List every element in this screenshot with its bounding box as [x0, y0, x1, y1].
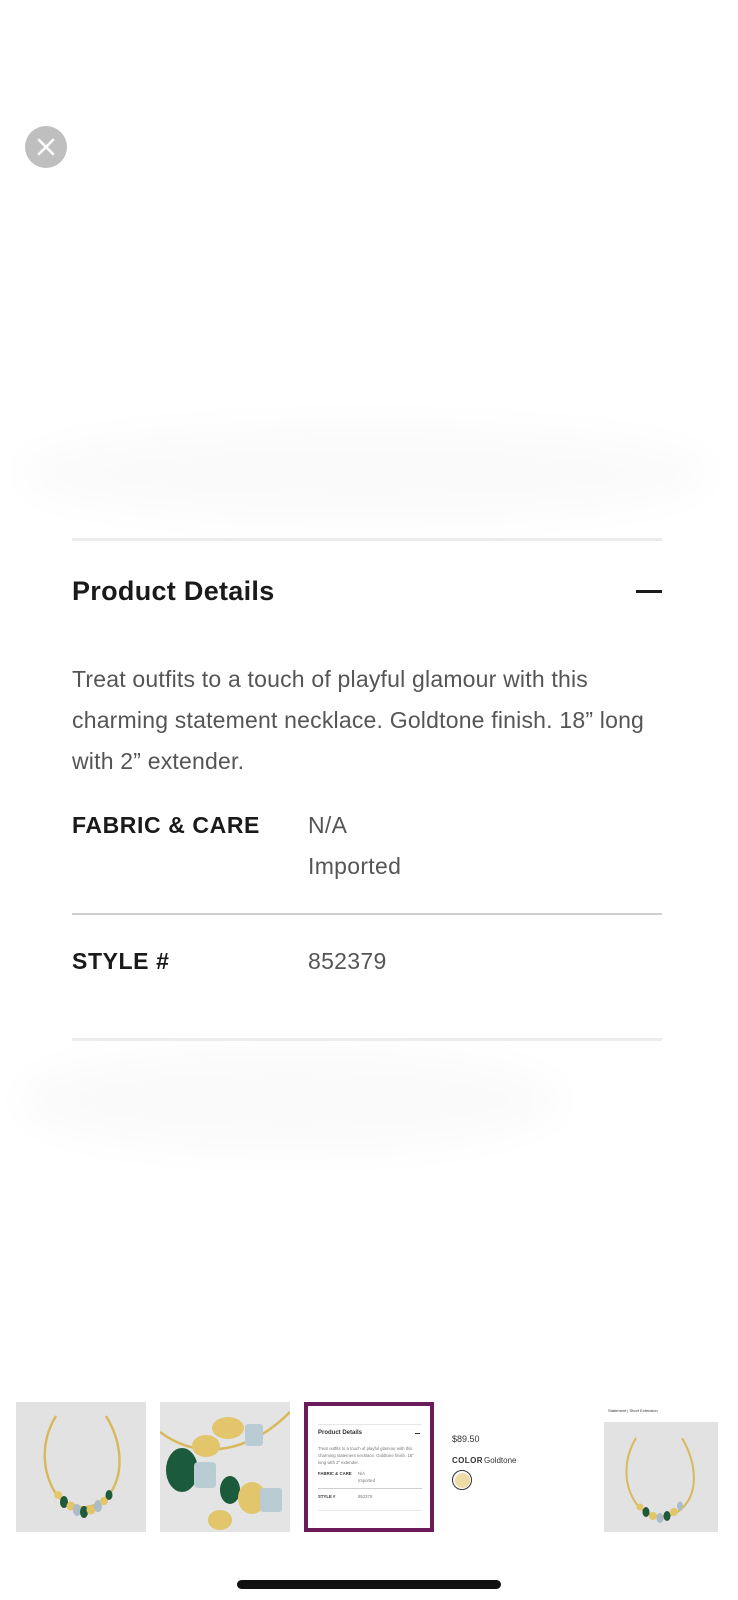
preview-color-value: Goldtone — [484, 1456, 517, 1465]
thumbnail-necklace-full[interactable] — [16, 1402, 146, 1532]
preview-style-label: STYLE # — [318, 1494, 336, 1499]
close-icon — [37, 138, 55, 156]
product-details-screen: Product Details Treat outfits to a touch… — [0, 0, 738, 1600]
preview-title: Product Details — [318, 1430, 363, 1436]
preview-minus-icon — [415, 1433, 420, 1434]
product-details-title: Product Details — [72, 575, 275, 606]
home-indicator[interactable] — [237, 1580, 501, 1589]
spec-label: STYLE # — [72, 948, 170, 974]
spec-value: 852379 — [308, 948, 387, 974]
spec-label: FABRIC & CARE — [72, 812, 260, 838]
thumbnail-details-preview[interactable]: Product Details Treat outfits to a touch… — [304, 1402, 434, 1532]
thumbnail-necklace-closeup[interactable] — [160, 1402, 290, 1532]
thumbnail-strip: Product Details Treat outfits to a touch… — [0, 1402, 738, 1532]
preview-divider-top — [318, 1424, 422, 1425]
preview-price: $89.50 — [452, 1434, 480, 1444]
divider-bottom — [72, 1038, 662, 1041]
preview-fabric-label: FABRIC & CARE — [318, 1471, 352, 1476]
card-shadow-top — [20, 428, 710, 518]
product-details-panel: Product Details Treat outfits to a touch… — [72, 538, 662, 1041]
preview-divider-bottom — [318, 1510, 422, 1511]
thumbnail-necklace-tab-preview[interactable]: Statement | Short Extension — [588, 1402, 718, 1532]
spec-values: N/A Imported — [308, 805, 401, 887]
thumbnail-price-preview[interactable]: $89.50 COLOR Goldtone — [448, 1402, 578, 1532]
necklace-image — [16, 1402, 146, 1532]
preview-color-label: COLOR — [452, 1456, 483, 1465]
spec-values: 852379 — [308, 941, 387, 982]
preview-fabric-value: N/A — [358, 1471, 366, 1476]
preview-fabric-value: Imported — [358, 1478, 375, 1483]
spec-value: N/A — [308, 812, 348, 838]
product-description: Treat outfits to a touch of playful glam… — [72, 666, 645, 774]
spec-value: Imported — [308, 853, 402, 879]
preview-style-value: 852379 — [358, 1494, 373, 1499]
collapse-button[interactable] — [634, 577, 662, 605]
card-shadow-bottom — [20, 1050, 560, 1150]
color-swatch — [454, 1472, 470, 1488]
necklace-tab-image — [588, 1402, 718, 1532]
preview-divider-mid — [318, 1488, 422, 1489]
product-details-header[interactable]: Product Details — [72, 541, 662, 641]
color-swatch-ring — [452, 1470, 472, 1490]
necklace-closeup-image — [160, 1402, 290, 1532]
spec-row-fabric-care: FABRIC & CARE N/A Imported — [72, 805, 662, 913]
close-button[interactable] — [25, 126, 67, 168]
spec-row-style: STYLE # 852379 — [72, 915, 662, 1038]
preview-description: Treat outfits to a touch of playful glam… — [318, 1446, 414, 1465]
minus-icon — [636, 589, 662, 593]
